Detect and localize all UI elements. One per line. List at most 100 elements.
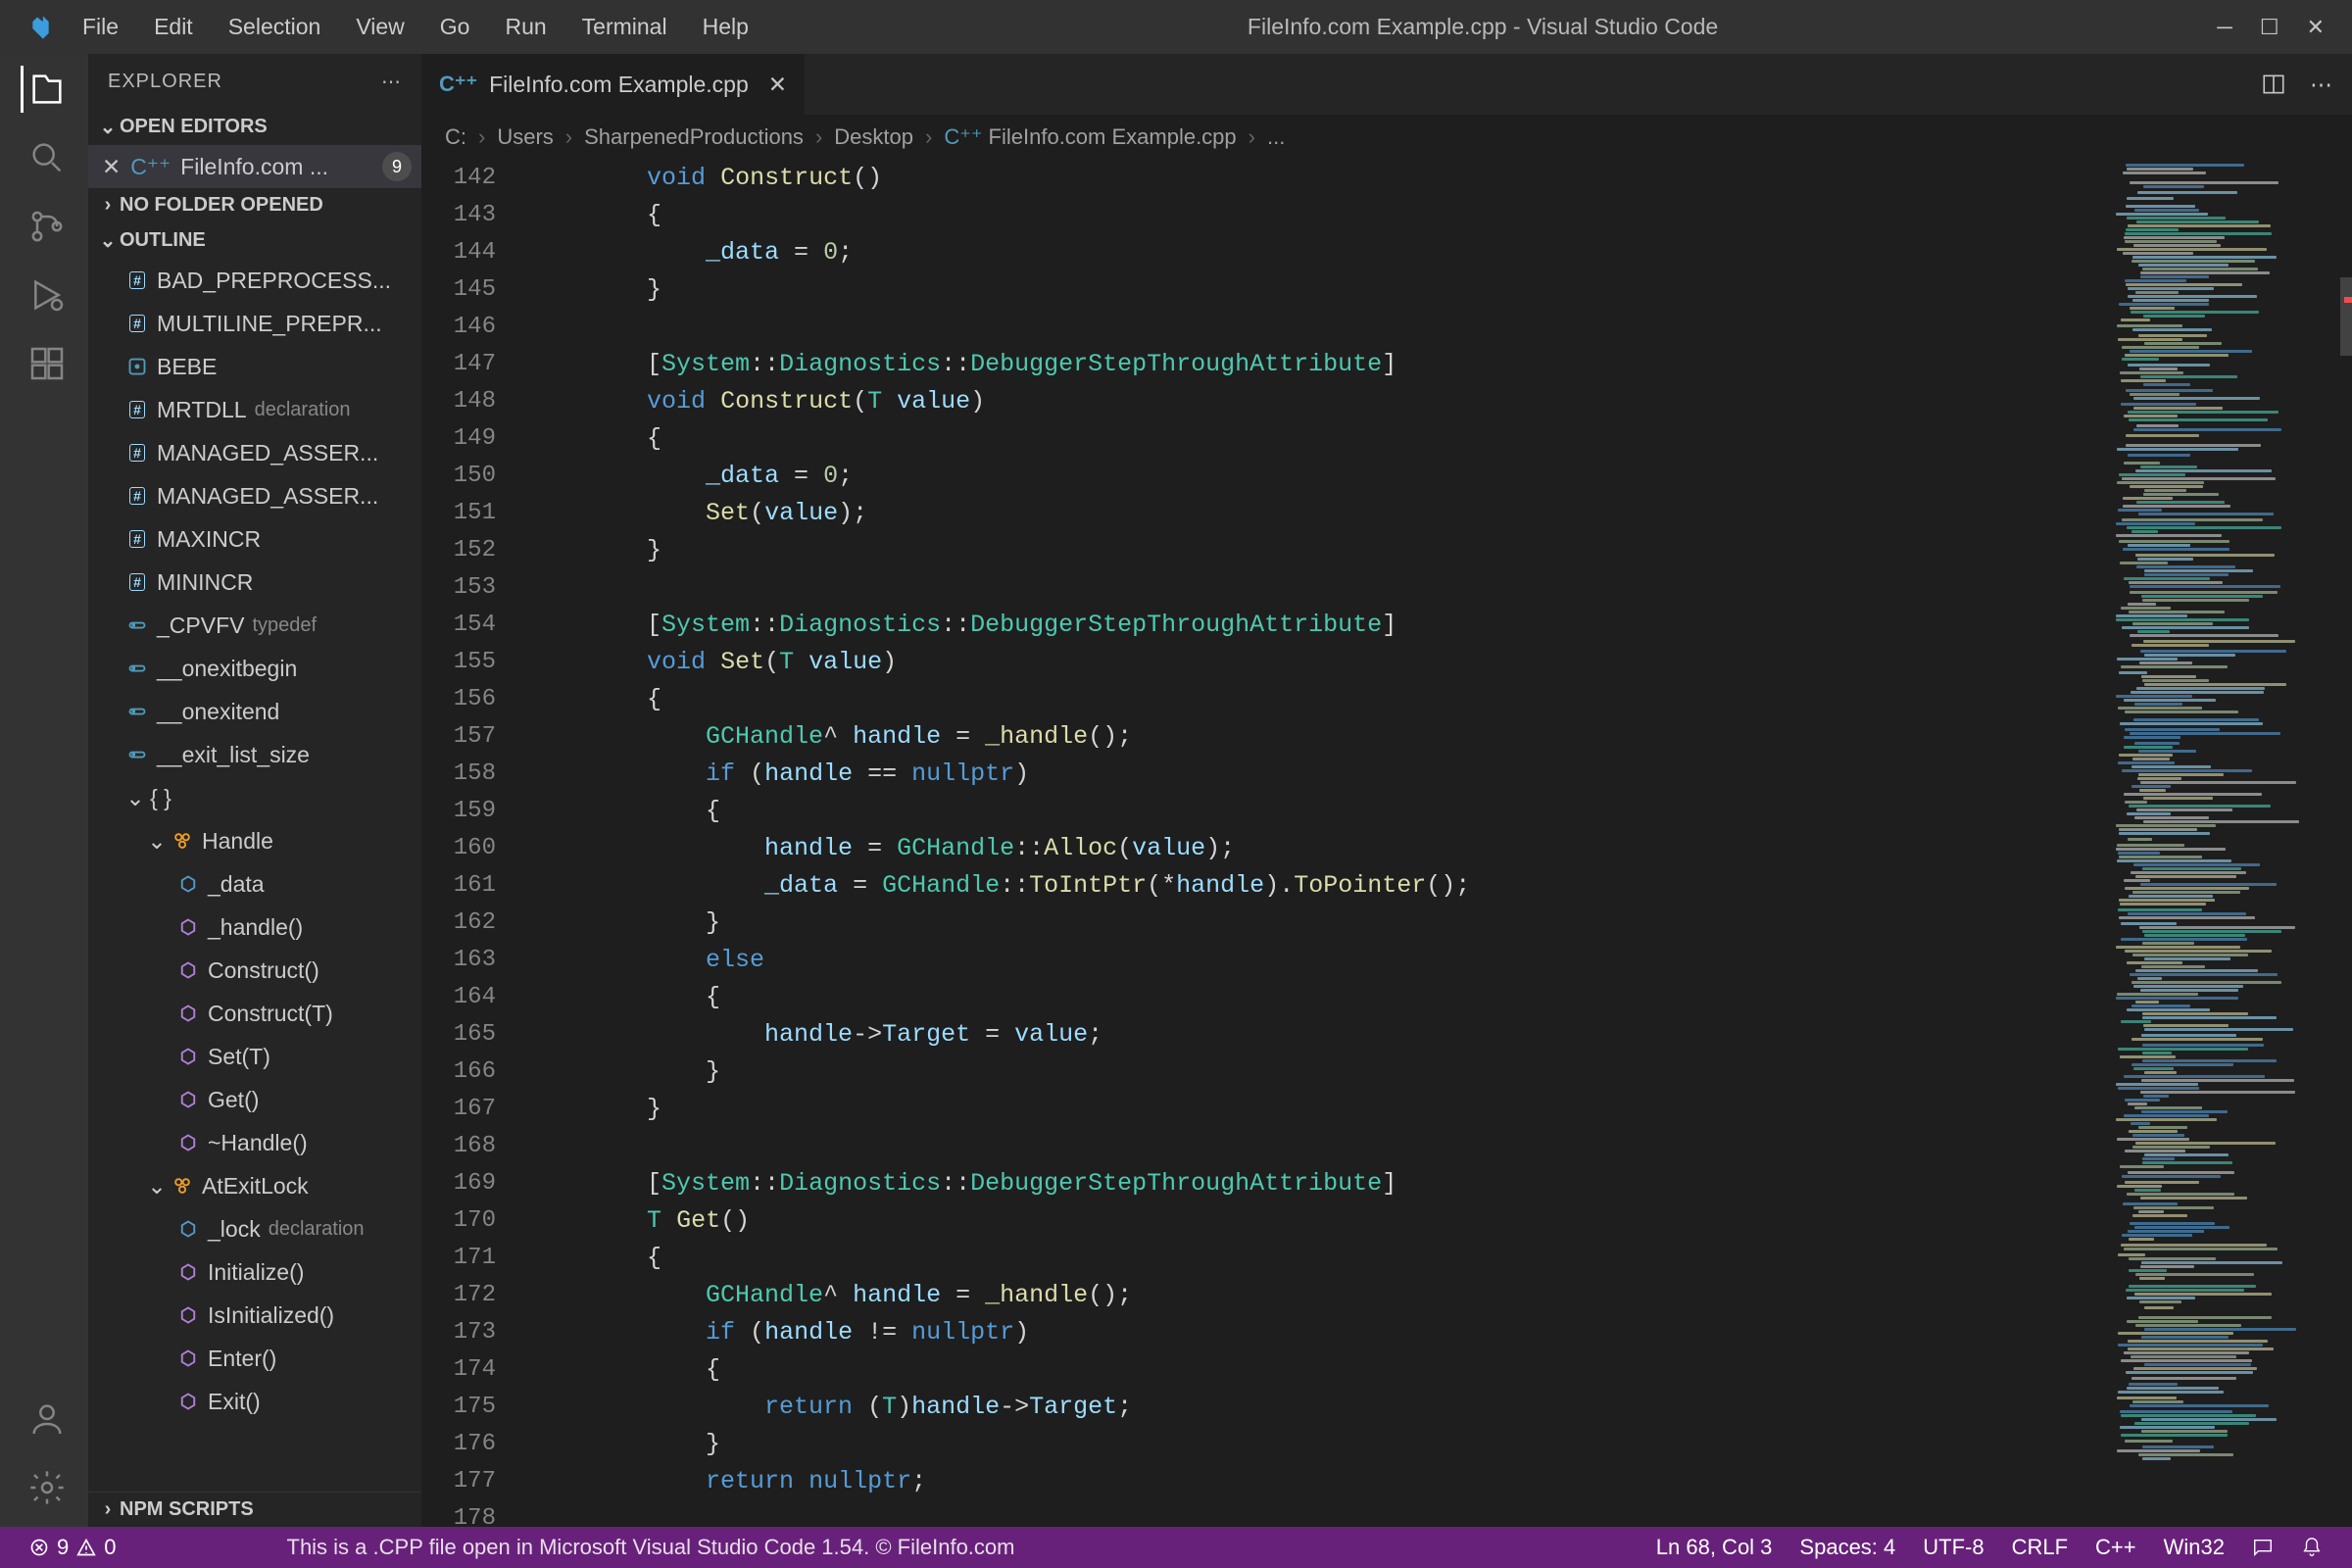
outline-item[interactable]: #MULTILINE_PREPR...: [88, 302, 421, 345]
outline-item[interactable]: _data: [88, 862, 421, 906]
tab-active[interactable]: C⁺⁺ FileInfo.com Example.cpp ✕: [421, 54, 806, 115]
status-bar: 9 0 This is a .CPP file open in Microsof…: [0, 1527, 2352, 1568]
outline-item[interactable]: __onexitend: [88, 690, 421, 733]
split-editor-icon[interactable]: [2261, 72, 2286, 98]
outline-item[interactable]: IsInitialized(): [88, 1294, 421, 1337]
symbol-method-icon: [174, 1047, 202, 1066]
breadcrumb-item[interactable]: Desktop: [828, 124, 919, 150]
outline-item[interactable]: ~Handle(): [88, 1121, 421, 1164]
outline-label: MANAGED_ASSER...: [157, 483, 378, 510]
status-language[interactable]: C++: [2082, 1535, 2150, 1560]
editor-scrollbar[interactable]: [2336, 160, 2352, 1527]
maximize-icon[interactable]: ☐: [2260, 15, 2279, 40]
outline-item[interactable]: _handle(): [88, 906, 421, 949]
minimap[interactable]: [2111, 160, 2336, 1527]
feedback-icon[interactable]: [2238, 1537, 2287, 1558]
status-ln-col[interactable]: Ln 68, Col 3: [1642, 1535, 1787, 1560]
menu-selection[interactable]: Selection: [211, 0, 339, 54]
close-icon[interactable]: ✕: [2307, 15, 2325, 40]
breadcrumb-item[interactable]: Users: [491, 124, 559, 150]
extensions-icon[interactable]: [21, 340, 68, 387]
outline-hint: typedef: [252, 614, 317, 637]
chevron-right-icon: ›: [925, 124, 932, 150]
outline-item[interactable]: _lockdeclaration: [88, 1207, 421, 1250]
breadcrumb-item[interactable]: C:: [439, 124, 472, 150]
outline-label: Handle: [202, 828, 273, 855]
source-control-icon[interactable]: [21, 203, 68, 250]
outline-item[interactable]: BEBE: [88, 345, 421, 388]
settings-gear-icon[interactable]: [21, 1464, 68, 1511]
titlebar: FileEditSelectionViewGoRunTerminalHelp F…: [0, 0, 2352, 54]
outline-item[interactable]: #MRTDLLdeclaration: [88, 388, 421, 431]
search-icon[interactable]: [21, 134, 68, 181]
outline-label: MRTDLL: [157, 397, 247, 423]
more-actions-icon[interactable]: ⋯: [2310, 72, 2332, 98]
outline-item[interactable]: __onexitbegin: [88, 647, 421, 690]
menu-edit[interactable]: Edit: [136, 0, 211, 54]
outline-item[interactable]: Set(T): [88, 1035, 421, 1078]
status-errors[interactable]: 9 0: [16, 1535, 130, 1560]
more-icon[interactable]: ⋯: [381, 70, 402, 94]
outline-item[interactable]: ⌄{ }: [88, 776, 421, 819]
outline-item[interactable]: Exit(): [88, 1380, 421, 1423]
symbol-define-icon: #: [123, 530, 151, 548]
outline-item[interactable]: #MAXINCR: [88, 517, 421, 561]
breadcrumb-item[interactable]: C⁺⁺ FileInfo.com Example.cpp: [938, 124, 1242, 150]
breadcrumb[interactable]: C:›Users›SharpenedProductions›Desktop›C⁺…: [421, 115, 2352, 160]
breadcrumb-item[interactable]: ...: [1261, 124, 1291, 150]
section-open-editors[interactable]: ⌄ OPEN EDITORS: [88, 109, 421, 145]
open-editor-item[interactable]: ✕ C⁺⁺ FileInfo.com ... 9: [88, 145, 421, 188]
outline-item[interactable]: Construct(T): [88, 992, 421, 1035]
symbol-method-icon: [174, 1262, 202, 1282]
section-no-folder[interactable]: › NO FOLDER OPENED: [88, 188, 421, 222]
outline-item[interactable]: # BAD_PREPROCESS...: [88, 259, 421, 302]
outline-item[interactable]: Initialize(): [88, 1250, 421, 1294]
outline-label: Set(T): [208, 1044, 270, 1070]
outline-item[interactable]: #MANAGED_ASSER...: [88, 474, 421, 517]
section-npm[interactable]: › NPM SCRIPTS: [88, 1492, 421, 1527]
outline-item[interactable]: #MANAGED_ASSER...: [88, 431, 421, 474]
status-eol[interactable]: CRLF: [1998, 1535, 2082, 1560]
menu-run[interactable]: Run: [487, 0, 564, 54]
menu-go[interactable]: Go: [422, 0, 488, 54]
warning-count: 0: [104, 1535, 116, 1560]
symbol-define-icon: #: [123, 401, 151, 418]
outline-item[interactable]: Enter(): [88, 1337, 421, 1380]
symbol-method-icon: [174, 1004, 202, 1023]
account-icon[interactable]: [21, 1396, 68, 1443]
status-os[interactable]: Win32: [2150, 1535, 2238, 1560]
outline-label: _lock: [208, 1216, 261, 1243]
symbol-define-icon: #: [123, 271, 151, 289]
cpp-file-icon: C⁺⁺: [439, 72, 477, 97]
outline-item[interactable]: ⌄AtExitLock: [88, 1164, 421, 1207]
menu-view[interactable]: View: [338, 0, 421, 54]
menu-terminal[interactable]: Terminal: [564, 0, 685, 54]
outline-item[interactable]: Get(): [88, 1078, 421, 1121]
breadcrumb-item[interactable]: SharpenedProductions: [578, 124, 809, 150]
scrollbar-thumb[interactable]: [2340, 277, 2352, 356]
outline-item[interactable]: ⌄Handle: [88, 819, 421, 862]
activity-bar: [0, 54, 88, 1527]
symbol-field-icon: [174, 874, 202, 894]
outline-label: BAD_PREPROCESS...: [157, 268, 391, 294]
section-outline[interactable]: ⌄ OUTLINE: [88, 222, 421, 259]
chevron-right-icon: ›: [478, 124, 485, 150]
menu-file[interactable]: File: [65, 0, 136, 54]
explorer-icon[interactable]: [21, 66, 68, 113]
menu-help[interactable]: Help: [685, 0, 766, 54]
close-file-icon[interactable]: ✕: [102, 154, 121, 180]
outline-item[interactable]: Construct(): [88, 949, 421, 992]
notifications-icon[interactable]: [2287, 1537, 2336, 1558]
error-marker: [2344, 297, 2352, 303]
minimize-icon[interactable]: ─: [2217, 15, 2232, 40]
symbol-ns-icon: { }: [147, 785, 174, 811]
status-spaces[interactable]: Spaces: 4: [1786, 1535, 1909, 1560]
outline-item[interactable]: _CPVFVtypedef: [88, 604, 421, 647]
outline-label: MULTILINE_PREPR...: [157, 311, 382, 337]
run-debug-icon[interactable]: [21, 271, 68, 318]
status-encoding[interactable]: UTF-8: [1909, 1535, 1997, 1560]
outline-item[interactable]: #MININCR: [88, 561, 421, 604]
close-tab-icon[interactable]: ✕: [768, 72, 787, 98]
code-editor[interactable]: void Construct() { _data = 0; } [System:…: [519, 160, 2111, 1527]
outline-item[interactable]: __exit_list_size: [88, 733, 421, 776]
